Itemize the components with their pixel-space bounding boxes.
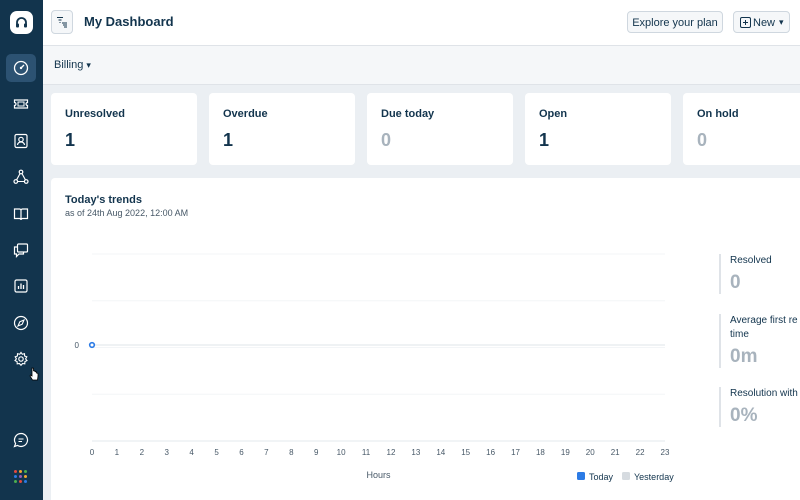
sidebar-item-forums[interactable]	[6, 236, 36, 264]
x-tick-label: 0	[90, 448, 95, 457]
x-tick-label: 12	[387, 448, 396, 457]
x-axis-label: Hours	[366, 470, 391, 480]
card-value: 0	[697, 130, 708, 150]
solutions-book-icon	[13, 208, 29, 221]
sidebar-item-reports[interactable]	[6, 272, 36, 300]
filter-toggle-button[interactable]	[51, 10, 73, 34]
sidebar-item-social[interactable]	[6, 163, 36, 191]
data-point	[88, 341, 96, 349]
metric-resolved: Resolved 0	[719, 254, 800, 294]
metric-value: 0	[730, 272, 741, 293]
card-label: Due today	[381, 108, 435, 120]
x-tick-label: 17	[511, 448, 520, 457]
x-tick-label: 5	[214, 448, 219, 457]
metric-label: Average first re	[730, 315, 798, 326]
group-dropdown[interactable]: Billing ▾	[54, 59, 91, 71]
left-sidebar	[0, 0, 43, 500]
reports-icon	[14, 279, 28, 293]
y-tick-label: 0	[75, 341, 80, 350]
sidebar-item-tickets[interactable]	[6, 90, 36, 118]
card-label: Open	[539, 108, 568, 120]
filter-bar: Billing ▾	[43, 46, 800, 85]
new-button-label: New	[753, 17, 776, 29]
card-value: 1	[223, 130, 234, 150]
metric-resolution-within-sla: Resolution with 0%	[719, 387, 800, 427]
chat-icon	[13, 432, 29, 448]
card-value: 1	[65, 130, 76, 150]
x-tick-label: 21	[611, 448, 620, 457]
summary-card-open[interactable]: Open 1	[525, 93, 671, 165]
card-label: Unresolved	[65, 108, 125, 120]
ticket-icon	[13, 99, 29, 109]
todays-trends-panel: Today's trends as of 24th Aug 2022, 12:0…	[51, 178, 800, 500]
sidebar-item-dashboard[interactable]	[6, 54, 36, 82]
plus-square-icon	[740, 17, 751, 28]
contacts-icon	[14, 133, 28, 149]
x-tick-label: 1	[115, 448, 120, 457]
x-tick-label: 2	[140, 448, 145, 457]
card-label: On hold	[697, 108, 739, 120]
chevron-down-icon: ▾	[779, 17, 784, 27]
x-tick-label: 9	[314, 448, 319, 457]
filter-icon	[57, 16, 67, 28]
metric-value: 0%	[730, 405, 758, 426]
legend-swatch	[622, 472, 630, 480]
chevron-down-icon: ▾	[86, 60, 91, 70]
legend-label: Yesterday	[634, 472, 674, 482]
metric-label-line2: time	[730, 329, 749, 340]
mouse-pointer-icon	[29, 367, 39, 386]
x-tick-label: 3	[165, 448, 170, 457]
card-label: Overdue	[223, 108, 268, 120]
x-tick-label: 15	[461, 448, 470, 457]
apps-grid-icon[interactable]	[14, 470, 28, 484]
legend-label: Today	[589, 472, 614, 482]
trends-line-chart[interactable]: 00 1 2 3 4 5 6 7 8 9 10 11 12 13 14 15 16 17 18 19 20 21 22 23H…	[51, 178, 711, 500]
card-value: 0	[381, 130, 392, 150]
x-tick-label: 20	[586, 448, 595, 457]
x-tick-label: 7	[264, 448, 269, 457]
x-tick-label: 11	[362, 448, 371, 457]
summary-card-due-today[interactable]: Due today 0	[367, 93, 513, 165]
card-value: 1	[539, 130, 550, 150]
explore-plan-button[interactable]: Explore your plan	[627, 11, 723, 33]
group-dropdown-label: Billing	[54, 59, 84, 71]
x-tick-label: 14	[436, 448, 445, 457]
x-tick-label: 4	[189, 448, 194, 457]
summary-card-overdue[interactable]: Overdue 1	[209, 93, 355, 165]
x-tick-label: 16	[486, 448, 495, 457]
social-icon	[13, 169, 29, 184]
metric-label: Resolved	[730, 255, 772, 266]
metric-average-first-response: Average first re time 0m	[719, 314, 800, 368]
forums-icon	[13, 243, 29, 258]
legend-swatch	[577, 472, 585, 480]
new-button[interactable]: New ▾	[733, 11, 790, 33]
x-tick-label: 22	[636, 448, 645, 457]
summary-card-unresolved[interactable]: Unresolved 1	[51, 93, 197, 165]
summary-card-on-hold[interactable]: On hold 0	[683, 93, 800, 165]
metric-value: 0m	[730, 346, 758, 367]
sidebar-item-explore[interactable]	[6, 309, 36, 337]
x-tick-label: 23	[661, 448, 670, 457]
x-tick-label: 13	[411, 448, 420, 457]
x-tick-label: 18	[536, 448, 545, 457]
x-tick-label: 8	[289, 448, 294, 457]
x-tick-label: 19	[561, 448, 570, 457]
settings-icon	[14, 351, 28, 367]
sidebar-item-solutions[interactable]	[6, 200, 36, 228]
page-title: My Dashboard	[84, 14, 174, 29]
explore-icon	[13, 315, 29, 331]
dashboard-icon	[13, 60, 29, 76]
product-logo[interactable]	[10, 11, 33, 34]
x-tick-label: 6	[239, 448, 244, 457]
top-header: My Dashboard Explore your plan New ▾	[43, 0, 800, 46]
metric-label: Resolution with	[730, 388, 798, 399]
x-tick-label: 10	[337, 448, 346, 457]
sidebar-item-chat[interactable]	[6, 426, 36, 454]
sidebar-item-contacts[interactable]	[6, 127, 36, 155]
